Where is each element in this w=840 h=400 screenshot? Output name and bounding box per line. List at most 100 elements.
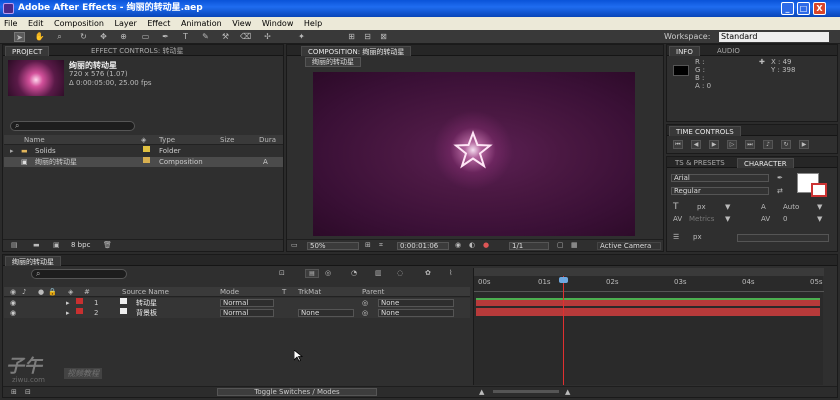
layer-parent-select[interactable]: None bbox=[378, 309, 454, 317]
expand-triangle-icon[interactable]: ▸ bbox=[66, 308, 70, 318]
playhead-line[interactable] bbox=[563, 276, 564, 385]
timeline-search-input[interactable]: ⌕ bbox=[31, 269, 127, 279]
table-row[interactable]: ◉ ▸ 2 背景板 Normal None ◎ None bbox=[4, 308, 470, 318]
label-swatch[interactable] bbox=[143, 157, 150, 163]
view-axis-icon[interactable]: ⊠ bbox=[378, 32, 389, 42]
tab-project[interactable]: PROJECT bbox=[5, 46, 50, 56]
menu-effect[interactable]: Effect bbox=[143, 17, 174, 30]
stroke-style-select[interactable] bbox=[737, 234, 829, 242]
work-area-bar[interactable] bbox=[474, 268, 824, 276]
label-swatch[interactable] bbox=[143, 146, 150, 152]
trash-icon[interactable]: 🗑 bbox=[103, 241, 112, 250]
menu-layer[interactable]: Layer bbox=[111, 17, 141, 30]
list-item[interactable]: ▣ 绚丽的转动星 Composition A bbox=[4, 157, 283, 167]
font-style-select[interactable]: Regular bbox=[671, 187, 769, 195]
layer-mode-select[interactable]: Normal bbox=[220, 299, 274, 307]
world-axis-icon[interactable]: ⊟ bbox=[362, 32, 373, 42]
layer-bar[interactable] bbox=[476, 308, 820, 316]
previous-frame-icon[interactable]: ◀ bbox=[691, 140, 701, 149]
puppet-tool-icon[interactable]: ✢ bbox=[262, 32, 273, 42]
graph-editor-icon[interactable]: ⌇ bbox=[449, 269, 452, 278]
label-column-icon[interactable]: ◈ bbox=[141, 135, 146, 145]
safe-zones-icon[interactable]: ⊞ bbox=[365, 241, 371, 250]
transparency-grid-icon[interactable]: ▦ bbox=[571, 241, 578, 250]
kerning-metrics[interactable]: Metrics bbox=[689, 215, 714, 224]
frame-blending-icon[interactable]: ▥ bbox=[375, 269, 382, 278]
local-axis-icon[interactable]: ⊞ bbox=[346, 32, 357, 42]
grid-icon[interactable]: ⌗ bbox=[379, 241, 383, 250]
stroke-color-swatch[interactable] bbox=[811, 183, 827, 197]
zoom-select[interactable]: 50% bbox=[307, 242, 359, 250]
view-camera-select[interactable]: Active Camera bbox=[597, 242, 661, 250]
bpc-label[interactable]: 8 bpc bbox=[71, 241, 90, 250]
lock-switch-icon[interactable]: 🔒 bbox=[48, 287, 57, 297]
selection-tool-icon[interactable]: ➤ bbox=[14, 32, 25, 42]
indent-unit[interactable]: px bbox=[693, 233, 702, 242]
swap-colors-icon[interactable]: ⇄ bbox=[777, 187, 783, 196]
tab-effect-controls[interactable]: EFFECT CONTROLS: 转动星 bbox=[85, 46, 190, 56]
layer-name[interactable]: 转动星 bbox=[136, 298, 157, 308]
always-preview-icon[interactable]: ▭ bbox=[291, 241, 298, 250]
tab-effects-presets[interactable]: TS & PRESETS bbox=[669, 158, 731, 168]
timeline-zoom-slider[interactable] bbox=[493, 390, 559, 393]
timeline-graph-area[interactable]: 00s 01s 02s 03s 04s 05s bbox=[473, 268, 824, 385]
interpret-footage-icon[interactable]: ▤ bbox=[11, 241, 18, 250]
motion-blur-icon[interactable]: ◌ bbox=[397, 269, 403, 278]
zoom-in-icon[interactable]: ▲ bbox=[565, 388, 570, 397]
column-type[interactable]: Type bbox=[159, 135, 175, 145]
table-row[interactable]: ◉ ▸ 1 转动星 Normal ◎ None bbox=[4, 298, 470, 308]
chevron-down-icon[interactable]: ▼ bbox=[817, 215, 822, 224]
live-update-icon[interactable]: ▤ bbox=[305, 269, 319, 278]
column-trkmat[interactable]: TrkMat bbox=[298, 287, 321, 297]
new-comp-icon[interactable]: ▣ bbox=[53, 241, 60, 250]
tab-time-controls[interactable]: TIME CONTROLS bbox=[669, 126, 741, 136]
column-size[interactable]: Size bbox=[220, 135, 234, 145]
parent-pickwhip-icon[interactable]: ◎ bbox=[362, 298, 368, 308]
parent-pickwhip-icon[interactable]: ◎ bbox=[362, 308, 368, 318]
layer-parent-select[interactable]: None bbox=[378, 299, 454, 307]
audio-icon[interactable]: ♪ bbox=[763, 140, 773, 149]
show-snapshot-icon[interactable]: ◐ bbox=[469, 241, 475, 250]
tab-audio[interactable]: AUDIO bbox=[711, 46, 746, 56]
font-family-select[interactable]: Arial bbox=[671, 174, 769, 182]
column-source-name[interactable]: Source Name bbox=[122, 287, 169, 297]
zoom-tool-icon[interactable]: ⌕ bbox=[54, 32, 65, 42]
zoom-out-icon[interactable]: ▲ bbox=[479, 388, 484, 397]
brainstorm-icon[interactable]: ✿ bbox=[425, 269, 431, 278]
layer-trkmat-select[interactable]: None bbox=[298, 309, 354, 317]
menu-animation[interactable]: Animation bbox=[177, 17, 226, 30]
list-item[interactable]: ▸ ▬ Solids Folder bbox=[4, 146, 283, 156]
audio-switch-icon[interactable]: ♪ bbox=[22, 287, 26, 297]
layer-mode-select[interactable]: Normal bbox=[220, 309, 274, 317]
new-folder-icon[interactable]: ▬ bbox=[33, 241, 40, 250]
chevron-down-icon[interactable]: ▼ bbox=[817, 203, 822, 212]
menu-edit[interactable]: Edit bbox=[24, 17, 48, 30]
project-search-input[interactable]: ⌕ bbox=[10, 121, 135, 131]
rotate-tool-icon[interactable]: ↻ bbox=[78, 32, 89, 42]
hand-tool-icon[interactable]: ✋ bbox=[34, 32, 45, 42]
label-column-icon[interactable]: ◈ bbox=[68, 287, 73, 297]
video-switch-icon[interactable]: ◉ bbox=[10, 298, 16, 308]
draft-3d-icon[interactable]: ◎ bbox=[325, 269, 331, 278]
column-duration[interactable]: Dura bbox=[259, 135, 276, 145]
menu-view[interactable]: View bbox=[228, 17, 255, 30]
last-frame-icon[interactable]: ⏭ bbox=[745, 140, 755, 149]
tab-info[interactable]: INFO bbox=[669, 46, 700, 56]
pen-tool-icon[interactable]: ✒ bbox=[160, 32, 171, 42]
column-t[interactable]: T bbox=[282, 287, 286, 297]
column-parent[interactable]: Parent bbox=[362, 287, 384, 297]
comp-flowchart-icon[interactable]: ⊡ bbox=[279, 269, 285, 278]
snapshot-icon[interactable]: ◉ bbox=[455, 241, 461, 250]
ram-preview-icon[interactable]: ▶ bbox=[799, 140, 809, 149]
tracking-value[interactable]: 0 bbox=[783, 215, 787, 224]
pan-behind-tool-icon[interactable]: ⊕ bbox=[118, 32, 129, 42]
eyedropper-icon[interactable]: ✒ bbox=[777, 174, 783, 183]
eraser-tool-icon[interactable]: ⌫ bbox=[240, 32, 251, 42]
hide-shy-layers-icon[interactable]: ◔ bbox=[351, 269, 357, 278]
axis-mode-icon[interactable]: ✦ bbox=[296, 32, 307, 42]
play-icon[interactable]: ▶ bbox=[709, 140, 719, 149]
video-switch-icon[interactable]: ◉ bbox=[10, 308, 16, 318]
menu-help[interactable]: Help bbox=[300, 17, 326, 30]
current-time-display[interactable]: 0:00:01:06 bbox=[397, 242, 449, 250]
expand-triangle-icon[interactable]: ▸ bbox=[66, 298, 70, 308]
